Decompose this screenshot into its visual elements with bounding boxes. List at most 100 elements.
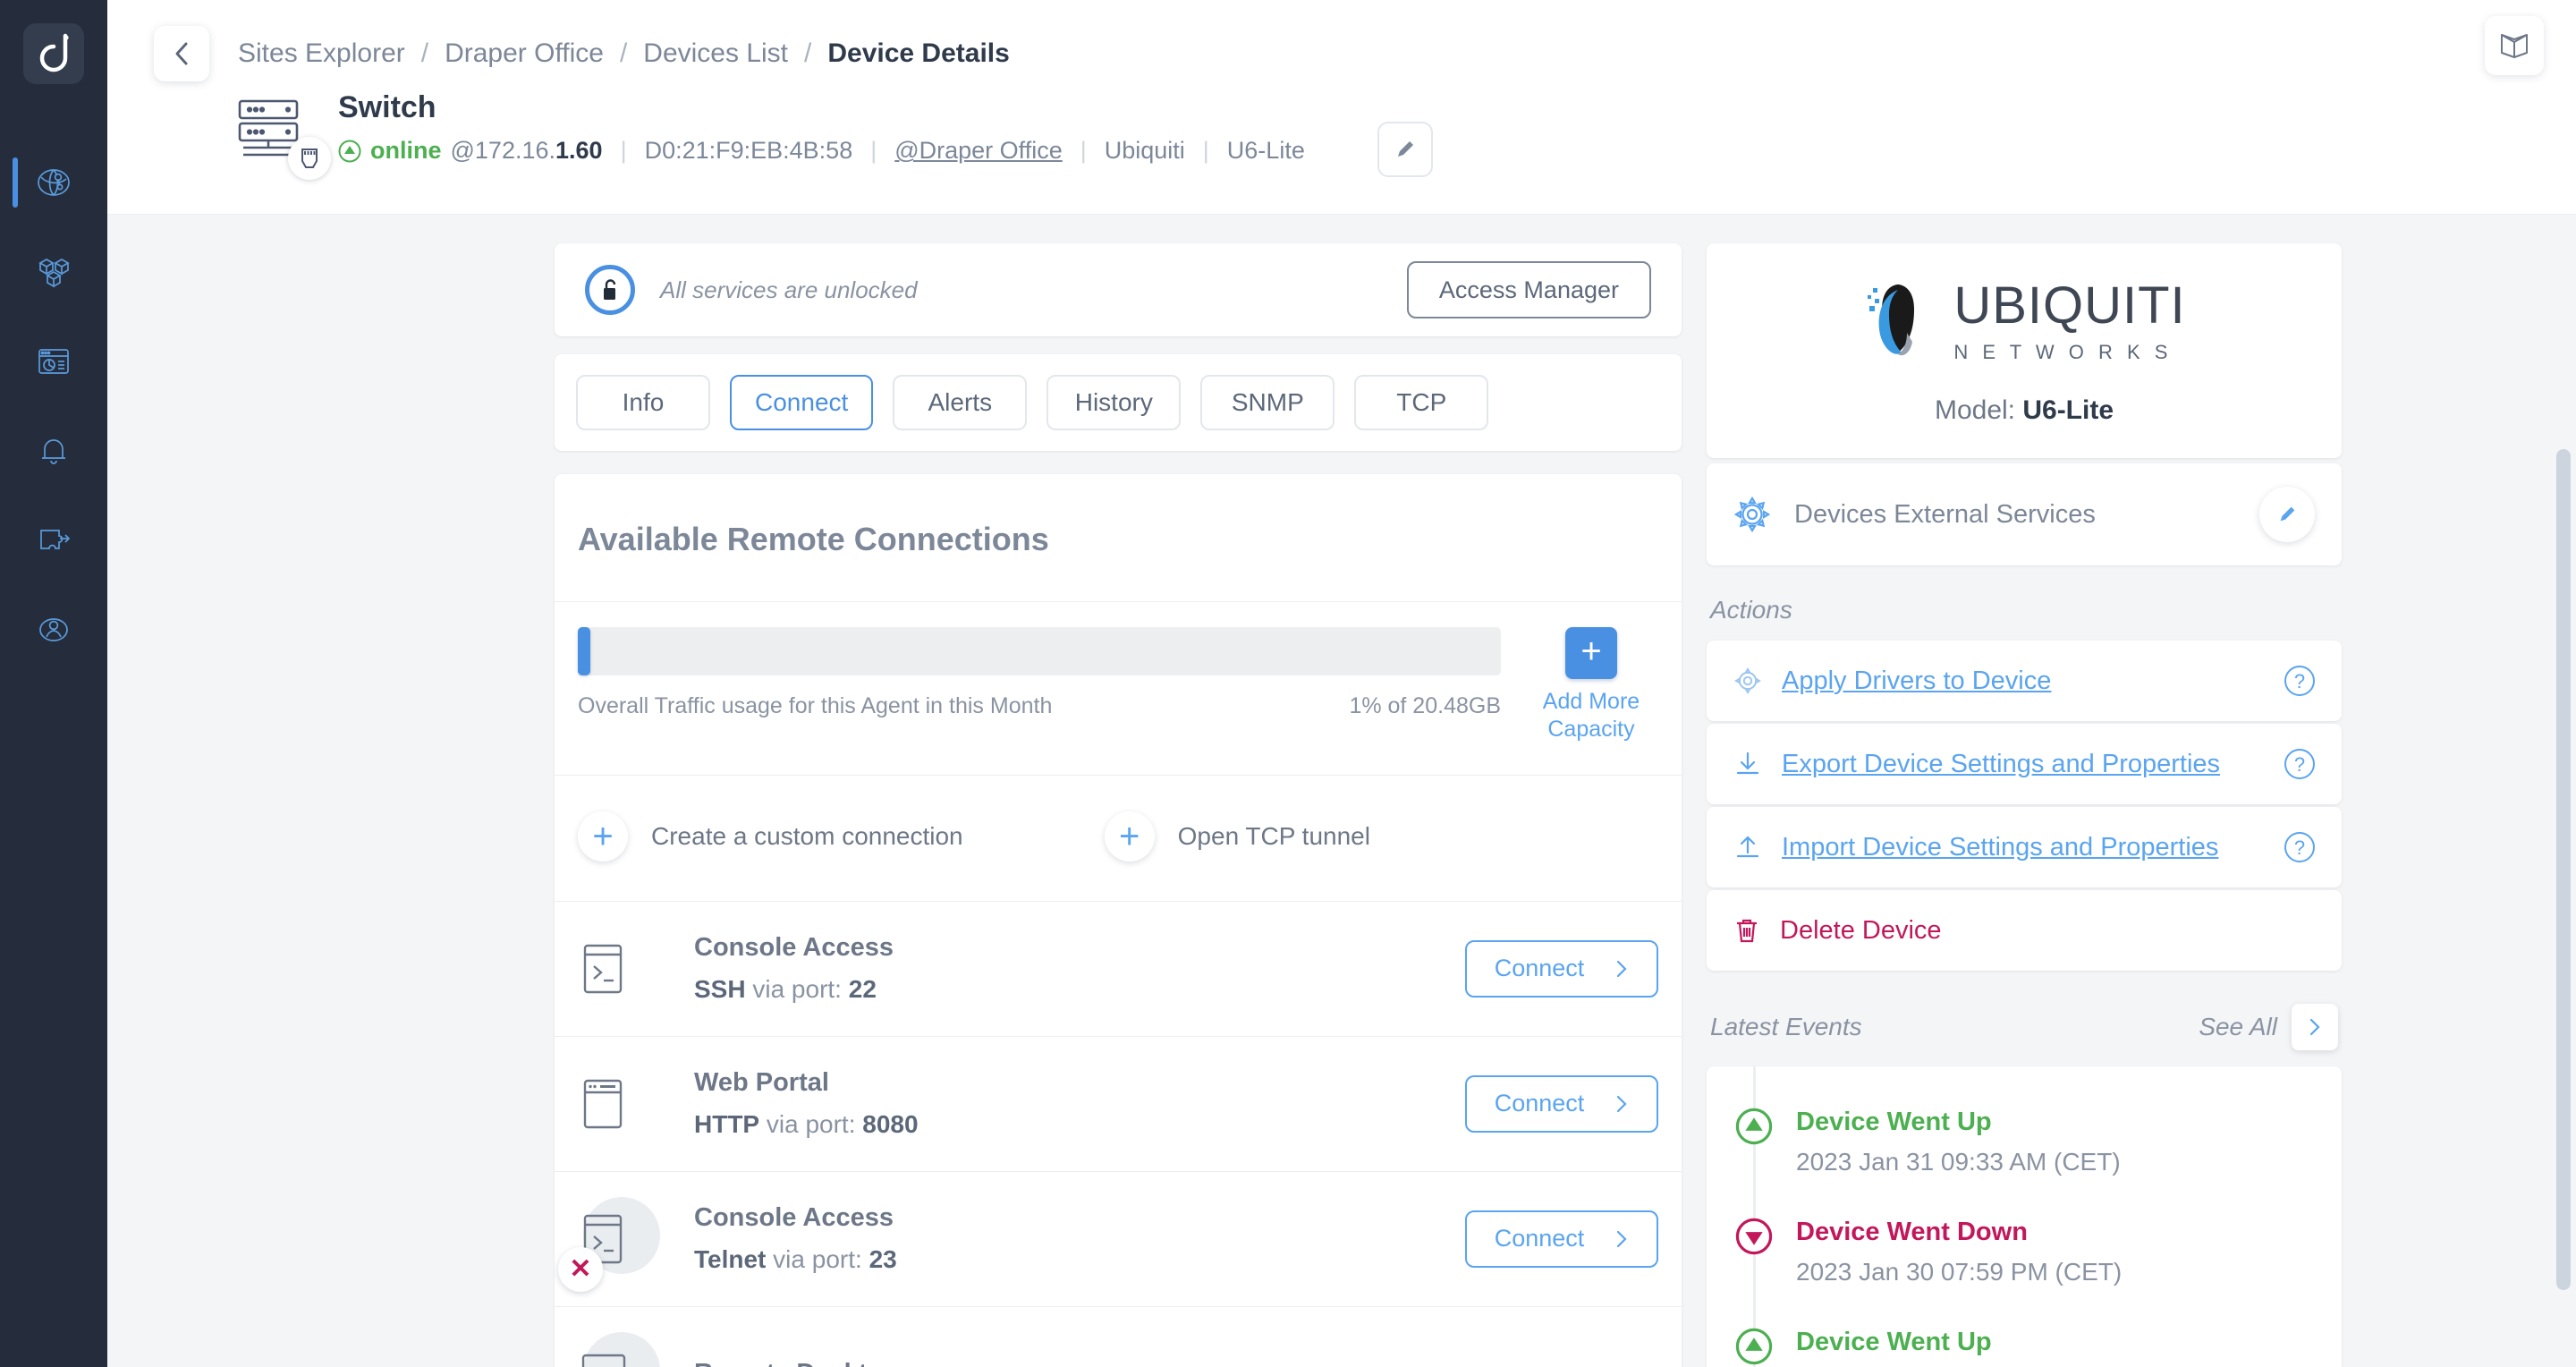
breadcrumb-item-0[interactable]: Sites Explorer	[238, 38, 405, 69]
connection-row: ✕ Console Access Telnet via port: 23 Con…	[555, 1172, 1682, 1306]
edit-external-services-button[interactable]	[2259, 487, 2315, 542]
device-site-link[interactable]: @Draper Office	[894, 137, 1062, 165]
unlock-status-icon-wrap	[585, 265, 635, 315]
connection-port: 22	[849, 975, 877, 1003]
create-custom-connection[interactable]: + Create a custom connection	[578, 811, 963, 862]
action-import-settings-label[interactable]: Import Device Settings and Properties	[1782, 833, 2218, 862]
connect-button[interactable]: Connect	[1465, 940, 1658, 998]
quick-actions-row: + Create a custom connection + Open TCP …	[555, 776, 1682, 901]
sidebar-nav	[0, 138, 107, 675]
see-all-button[interactable]	[2292, 1004, 2338, 1050]
event-text: Device Went Up 2022 Dec 15 03:43 PM (CET…	[1796, 1328, 2126, 1367]
traffic-caption: Overall Traffic usage for this Agent in …	[578, 693, 1052, 719]
traffic-progress-bar	[578, 627, 1501, 675]
action-export-settings-label[interactable]: Export Device Settings and Properties	[1782, 750, 2220, 779]
action-delete-device-label[interactable]: Delete Device	[1780, 916, 1942, 946]
actions-heading-text: Actions	[1710, 596, 1792, 624]
tab-alerts[interactable]: Alerts	[893, 375, 1027, 430]
action-apply-drivers[interactable]: Apply Drivers to Device ?	[1707, 641, 2342, 721]
connect-button[interactable]: Connect	[1465, 1075, 1658, 1133]
help-icon[interactable]: ?	[2284, 832, 2315, 862]
latest-events-list: Device Went Up 2023 Jan 31 09:33 AM (CET…	[1707, 1066, 2342, 1367]
tab-info[interactable]: Info	[576, 375, 710, 430]
meta-divider: |	[1203, 137, 1209, 165]
action-delete-device[interactable]: Delete Device	[1707, 890, 2342, 971]
app-logo[interactable]	[23, 23, 84, 84]
connection-icon-wrap	[578, 941, 664, 997]
action-import-settings[interactable]: Import Device Settings and Properties ?	[1707, 807, 2342, 887]
breadcrumb-item-1[interactable]: Draper Office	[445, 38, 604, 69]
create-custom-connection-label: Create a custom connection	[651, 822, 963, 851]
back-button[interactable]	[154, 26, 209, 81]
breadcrumb-item-2[interactable]: Devices List	[643, 38, 788, 69]
connection-row: Web Portal HTTP via port: 8080 Connect	[555, 1037, 1682, 1171]
event-item[interactable]: Device Went Up 2022 Dec 15 03:43 PM (CET…	[1707, 1313, 2342, 1367]
sidebar-item-sites-explorer[interactable]	[0, 138, 107, 227]
documentation-button[interactable]	[2485, 16, 2544, 75]
traffic-progress-fill	[578, 627, 590, 675]
edit-device-button[interactable]	[1377, 122, 1433, 177]
sidebar-item-account[interactable]	[0, 585, 107, 675]
connection-text: Console Access Telnet via port: 23	[694, 1203, 897, 1274]
trash-delete-icon	[1733, 916, 1760, 945]
event-text: Device Went Up 2023 Jan 31 09:33 AM (CET…	[1796, 1108, 2121, 1176]
connection-via: via port:	[759, 1110, 862, 1138]
arrow-up-circle-icon	[338, 140, 361, 163]
device-icon-wrap	[233, 97, 326, 171]
connect-label: Connect	[1495, 1225, 1585, 1252]
breadcrumb-sep: /	[620, 38, 627, 69]
device-tabs: Info Connect Alerts History SNMP TCP	[555, 354, 1682, 451]
arrow-up-circle-icon	[1735, 1328, 1773, 1365]
unlock-status-text: All services are unlocked	[660, 276, 918, 304]
meta-divider: |	[621, 137, 627, 165]
tab-connect[interactable]: Connect	[730, 375, 873, 430]
add-capacity-label[interactable]: Add More Capacity	[1524, 688, 1658, 744]
connection-proto: Telnet	[694, 1245, 766, 1273]
tab-history[interactable]: History	[1046, 375, 1181, 430]
chevron-right-icon	[1614, 959, 1629, 979]
breadcrumb-sep: /	[421, 38, 428, 69]
connection-icon-wrap	[578, 1076, 664, 1132]
sidebar-item-alerts[interactable]	[0, 406, 107, 496]
action-apply-drivers-label[interactable]: Apply Drivers to Device	[1782, 667, 2051, 696]
connection-proto: SSH	[694, 975, 746, 1003]
sidebar-item-reports[interactable]	[0, 317, 107, 406]
meta-divider: |	[1080, 137, 1087, 165]
help-icon[interactable]: ?	[2284, 749, 2315, 779]
remote-connections-title: Available Remote Connections	[555, 474, 1682, 601]
meta-divider: |	[870, 137, 877, 165]
deviceid-logo-icon	[36, 33, 72, 74]
event-item[interactable]: Device Went Down 2023 Jan 30 07:59 PM (C…	[1707, 1203, 2342, 1313]
access-manager-button[interactable]: Access Manager	[1407, 261, 1651, 318]
connection-text: Remote Desktop	[694, 1359, 899, 1367]
device-mac: D0:21:F9:EB:4B:58	[645, 137, 853, 165]
sidebar-item-integrations[interactable]	[0, 496, 107, 585]
gear-settings-icon	[1733, 667, 1762, 695]
help-icon[interactable]: ?	[2284, 666, 2315, 696]
traffic-percent: 1% of 20.48GB	[1349, 693, 1501, 719]
connection-detail: SSH via port: 22	[694, 975, 894, 1004]
device-text: Switch online @172.16.1.60 | D0:21:F9:EB…	[338, 91, 1305, 165]
device-status: online	[370, 137, 442, 165]
left-column: All services are unlocked Access Manager…	[555, 243, 1682, 1367]
event-item[interactable]: Device Went Up 2023 Jan 31 09:33 AM (CET…	[1707, 1093, 2342, 1203]
main-region: Sites Explorer / Draper Office / Devices…	[107, 0, 2576, 1367]
device-model: U6-Lite	[1227, 137, 1305, 165]
connect-button[interactable]: Connect	[1465, 1210, 1658, 1268]
vertical-scrollbar[interactable]	[2556, 449, 2571, 1290]
tab-snmp[interactable]: SNMP	[1200, 375, 1335, 430]
terminal-console-icon	[578, 941, 630, 997]
see-all-link[interactable]: See All	[2199, 1013, 2277, 1041]
action-export-settings[interactable]: Export Device Settings and Properties ?	[1707, 724, 2342, 804]
chevron-left-icon	[170, 40, 193, 67]
add-capacity-button[interactable]: +	[1565, 627, 1617, 679]
arrow-down-circle-icon	[1735, 1218, 1773, 1255]
device-model-line: Model: U6-Lite	[1707, 395, 2342, 426]
sidebar-item-devices[interactable]	[0, 227, 107, 317]
connection-proto: HTTP	[694, 1110, 759, 1138]
plus-icon: +	[578, 811, 628, 862]
tab-tcp[interactable]: TCP	[1354, 375, 1488, 430]
open-tcp-tunnel[interactable]: + Open TCP tunnel	[1105, 811, 1370, 862]
open-tcp-tunnel-label: Open TCP tunnel	[1178, 822, 1370, 851]
event-title: Device Went Up	[1796, 1108, 2121, 1137]
